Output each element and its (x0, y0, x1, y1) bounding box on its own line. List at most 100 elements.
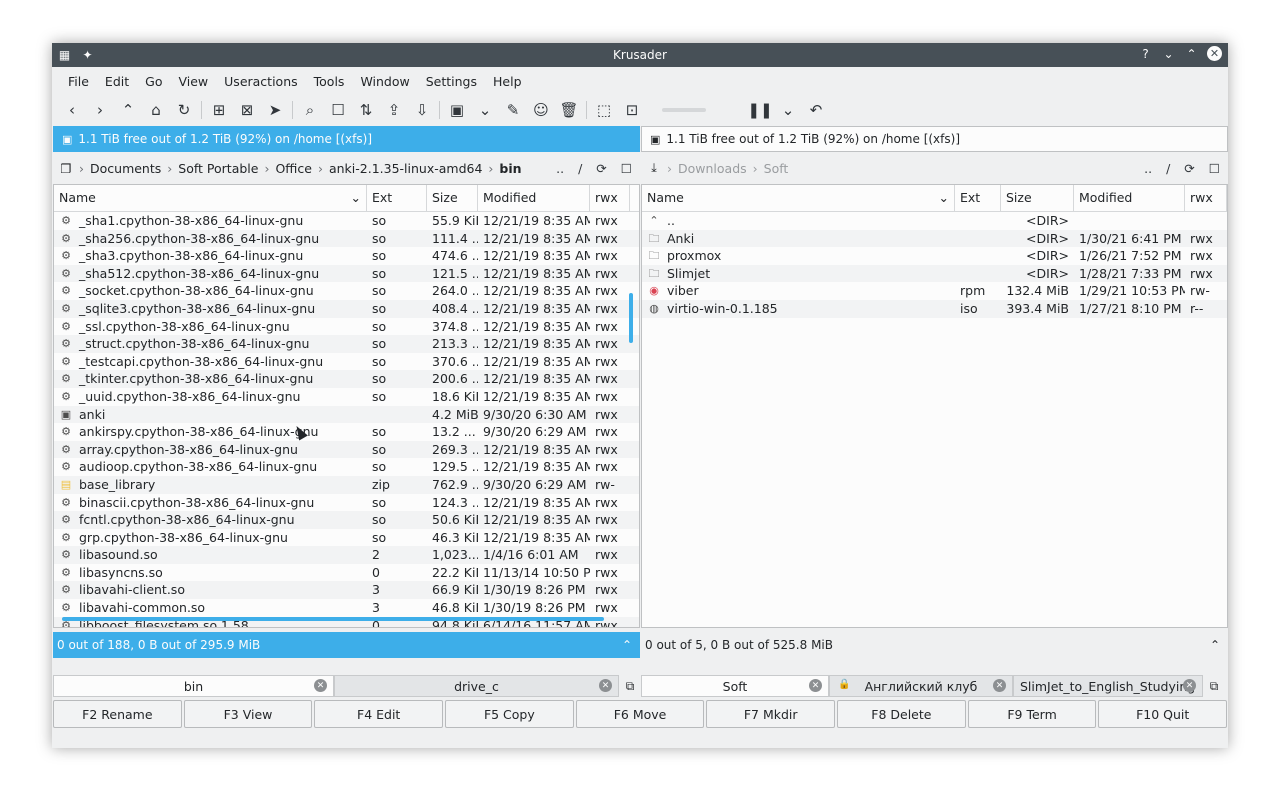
bookmark-icon[interactable]: ☐ (1209, 161, 1220, 176)
user-icon[interactable]: ☺ (527, 98, 555, 122)
bookmark-icon[interactable]: ☐ (621, 161, 632, 176)
vertical-scrollbar[interactable] (629, 293, 633, 343)
f7-mkdir-button[interactable]: F7 Mkdir (706, 700, 836, 728)
table-row[interactable]: ⚙ _uuid.cpython-38-x86_64-linux-gnu so 18.6… (54, 388, 639, 406)
unselect-icon[interactable]: ⊠ (233, 98, 261, 122)
table-row[interactable]: ⚙ binascii.cpython-38-x86_64-linux-gnu so 1… (54, 494, 639, 512)
f10-quit-button[interactable]: F10 Quit (1098, 700, 1228, 728)
table-row[interactable]: ⚙ libasound.so 2 1,023.... 1/4/16 6:01 AM rwx (54, 546, 639, 564)
right-free-space-bar[interactable]: ▣ 1.1 TiB free out of 1.2 TiB (92%) on /… (641, 126, 1228, 152)
pause-icon[interactable]: ❚❚ (746, 98, 774, 122)
close-tab-icon[interactable]: ✕ (809, 679, 822, 692)
menu-go[interactable]: Go (137, 74, 170, 89)
forward-icon[interactable]: › (86, 98, 114, 122)
table-row[interactable]: ⚙ _tkinter.cpython-38-x86_64-linux-gnu so 2… (54, 370, 639, 388)
f2-rename-button[interactable]: F2 Rename (53, 700, 182, 728)
tab-bin[interactable]: bin ✕ (53, 675, 334, 697)
parent-dir-button[interactable]: .. (1144, 161, 1152, 176)
table-row[interactable]: ◍ virtio-win-0.1.185 iso 393.4 MiB 1/27/21 8… (642, 299, 1227, 318)
table-row[interactable]: ⚙ _sha1.cpython-38-x86_64-linux-gnu so 55.9… (54, 212, 639, 230)
tab-english-club[interactable]: 🔒 Английский клуб ✕ (829, 675, 1013, 697)
tab-soft[interactable]: Soft ✕ (641, 675, 829, 697)
table-row[interactable]: ⚙ ankirspy.cpython-38-x86_64-linux-gnu so 1… (54, 423, 639, 441)
tab-slimjet[interactable]: SlimJet_to_English_Studying ✕ (1013, 675, 1203, 697)
f3-view-button[interactable]: F3 View (183, 700, 313, 728)
menu-useractions[interactable]: Useractions (216, 74, 305, 89)
table-row[interactable]: ⚙ _sqlite3.cpython-38-x86_64-linux-gnu so 4… (54, 299, 639, 318)
refresh-icon[interactable]: ↻ (170, 98, 198, 122)
dropdown-icon[interactable]: ⌄ (471, 98, 499, 122)
table-row[interactable]: ⚙ _sha3.cpython-38-x86_64-linux-gnu so 474.… (54, 247, 639, 265)
table-row[interactable]: ⚙ libavahi-common.so 3 46.8 KiB 1/30/19 8:26… (54, 599, 639, 617)
menu-tools[interactable]: Tools (306, 74, 353, 89)
search-icon[interactable]: ⌕ (296, 98, 324, 122)
crumb-soft[interactable]: Soft (760, 161, 793, 176)
col-name[interactable]: Name ⌄ (54, 185, 367, 211)
terminal-icon[interactable]: ▣ (443, 98, 471, 122)
col-ext[interactable]: Ext (955, 185, 1001, 211)
back-icon[interactable]: ‹ (58, 98, 86, 122)
close-tab-icon[interactable]: ✕ (993, 679, 1006, 692)
home-icon[interactable]: ⌂ (142, 98, 170, 122)
download-icon[interactable]: ⇩ (408, 98, 436, 122)
f6-move-button[interactable]: F6 Move (575, 700, 705, 728)
table-row[interactable]: ◉ viber rpm 132.4 MiB 1/29/21 10:53 PM rw- (642, 282, 1227, 300)
history-icon[interactable]: ⟳ (1184, 161, 1194, 176)
table-row[interactable]: 🗀 Anki <DIR> 1/30/21 6:41 PM rwx (642, 229, 1227, 248)
col-modified[interactable]: Modified (478, 185, 590, 211)
table-row[interactable]: ⚙ _sha256.cpython-38-x86_64-linux-gnu so 11… (54, 229, 639, 248)
maximize-icon[interactable]: ⌃ (1184, 46, 1199, 61)
chevron-up-icon[interactable]: ⌃ (1210, 638, 1220, 652)
table-row[interactable]: ⚙ libasyncns.so 0 22.2 KiB 11/13/14 10:50 PM… (54, 564, 639, 582)
new-tab-icon[interactable]: ⧉ (619, 675, 641, 697)
crumb-bin[interactable]: bin (495, 161, 525, 176)
close-tab-icon[interactable]: ✕ (599, 679, 612, 692)
f9-term-button[interactable]: F9 Term (967, 700, 1097, 728)
minimize-icon[interactable]: ⌄ (1161, 46, 1176, 61)
pen-icon[interactable]: ✎ (499, 98, 527, 122)
compare-icon[interactable]: ⬚ (590, 98, 618, 122)
tab-drive-c[interactable]: drive_c ✕ (334, 675, 619, 697)
root-dir-button[interactable]: / (578, 161, 582, 176)
trash-icon[interactable]: 🗑 (555, 98, 583, 122)
undo-icon[interactable]: ↶ (802, 98, 830, 122)
history-icon[interactable]: ⟳ (596, 161, 606, 176)
col-name[interactable]: Name ⌄ (642, 185, 955, 211)
table-row[interactable]: ⚙ _sha512.cpython-38-x86_64-linux-gnu so 12… (54, 264, 639, 283)
copy-path-icon[interactable]: ❐ (55, 161, 77, 176)
table-row[interactable]: ⚙ fcntl.cpython-38-x86_64-linux-gnu so 50.6… (54, 511, 639, 529)
table-row[interactable]: ⚙ _testcapi.cpython-38-x86_64-linux-gnu so… (54, 353, 639, 371)
pointer-icon[interactable]: ➤ (261, 98, 289, 122)
crumb-office[interactable]: Office (271, 161, 316, 176)
up-icon[interactable]: ⌃ (114, 98, 142, 122)
col-ext[interactable]: Ext (367, 185, 427, 211)
table-row[interactable]: ⚙ _ssl.cpython-38-x86_64-linux-gnu so 374.8… (54, 318, 639, 336)
table-row[interactable]: ▣ anki 4.2 MiB 9/30/20 6:30 AM rwx (54, 405, 639, 424)
f5-copy-button[interactable]: F5 Copy (445, 700, 574, 728)
help-icon[interactable]: ? (1138, 46, 1153, 61)
chevron-icon[interactable]: ⌄ (774, 98, 802, 122)
table-row[interactable]: ⚙ array.cpython-38-x86_64-linux-gnu so 269.… (54, 440, 639, 459)
menu-file[interactable]: File (60, 74, 97, 89)
parent-dir-button[interactable]: .. (556, 161, 564, 176)
table-row[interactable]: ⚙ _socket.cpython-38-x86_64-linux-gnu so 26… (54, 282, 639, 300)
table-row[interactable]: ▤ base_library zip 762.9 ... 9/30/20 6:29 AM… (54, 475, 639, 494)
swap-icon[interactable]: ⇅ (352, 98, 380, 122)
close-icon[interactable]: ✕ (1207, 46, 1222, 61)
crumb-anki[interactable]: anki-2.1.35-linux-amd64 (325, 161, 486, 176)
new-file-icon[interactable]: ☐ (324, 98, 352, 122)
chevron-up-icon[interactable]: ⌃ (622, 638, 632, 652)
table-row[interactable]: ⚙ grp.cpython-38-x86_64-linux-gnu so 46.3 K… (54, 529, 639, 547)
root-dir-button[interactable]: / (1166, 161, 1170, 176)
upload-icon[interactable]: ⇪ (380, 98, 408, 122)
col-modified[interactable]: Modified (1074, 185, 1185, 211)
crumb-soft-portable[interactable]: Soft Portable (174, 161, 262, 176)
select-icon[interactable]: ⊞ (205, 98, 233, 122)
table-row[interactable]: ⚙ audioop.cpython-38-x86_64-linux-gnu so 12… (54, 458, 639, 476)
col-rwx[interactable]: rwx (1185, 185, 1227, 211)
col-size[interactable]: Size (1001, 185, 1074, 211)
table-row[interactable]: ⚙ libavahi-client.so 3 66.9 KiB 1/30/19 8:26… (54, 581, 639, 600)
table-row[interactable]: ⌃.. <DIR> (642, 212, 1227, 230)
new-tab-icon[interactable]: ⧉ (1203, 675, 1225, 697)
download-folder-icon[interactable]: ⤓ (643, 160, 665, 176)
